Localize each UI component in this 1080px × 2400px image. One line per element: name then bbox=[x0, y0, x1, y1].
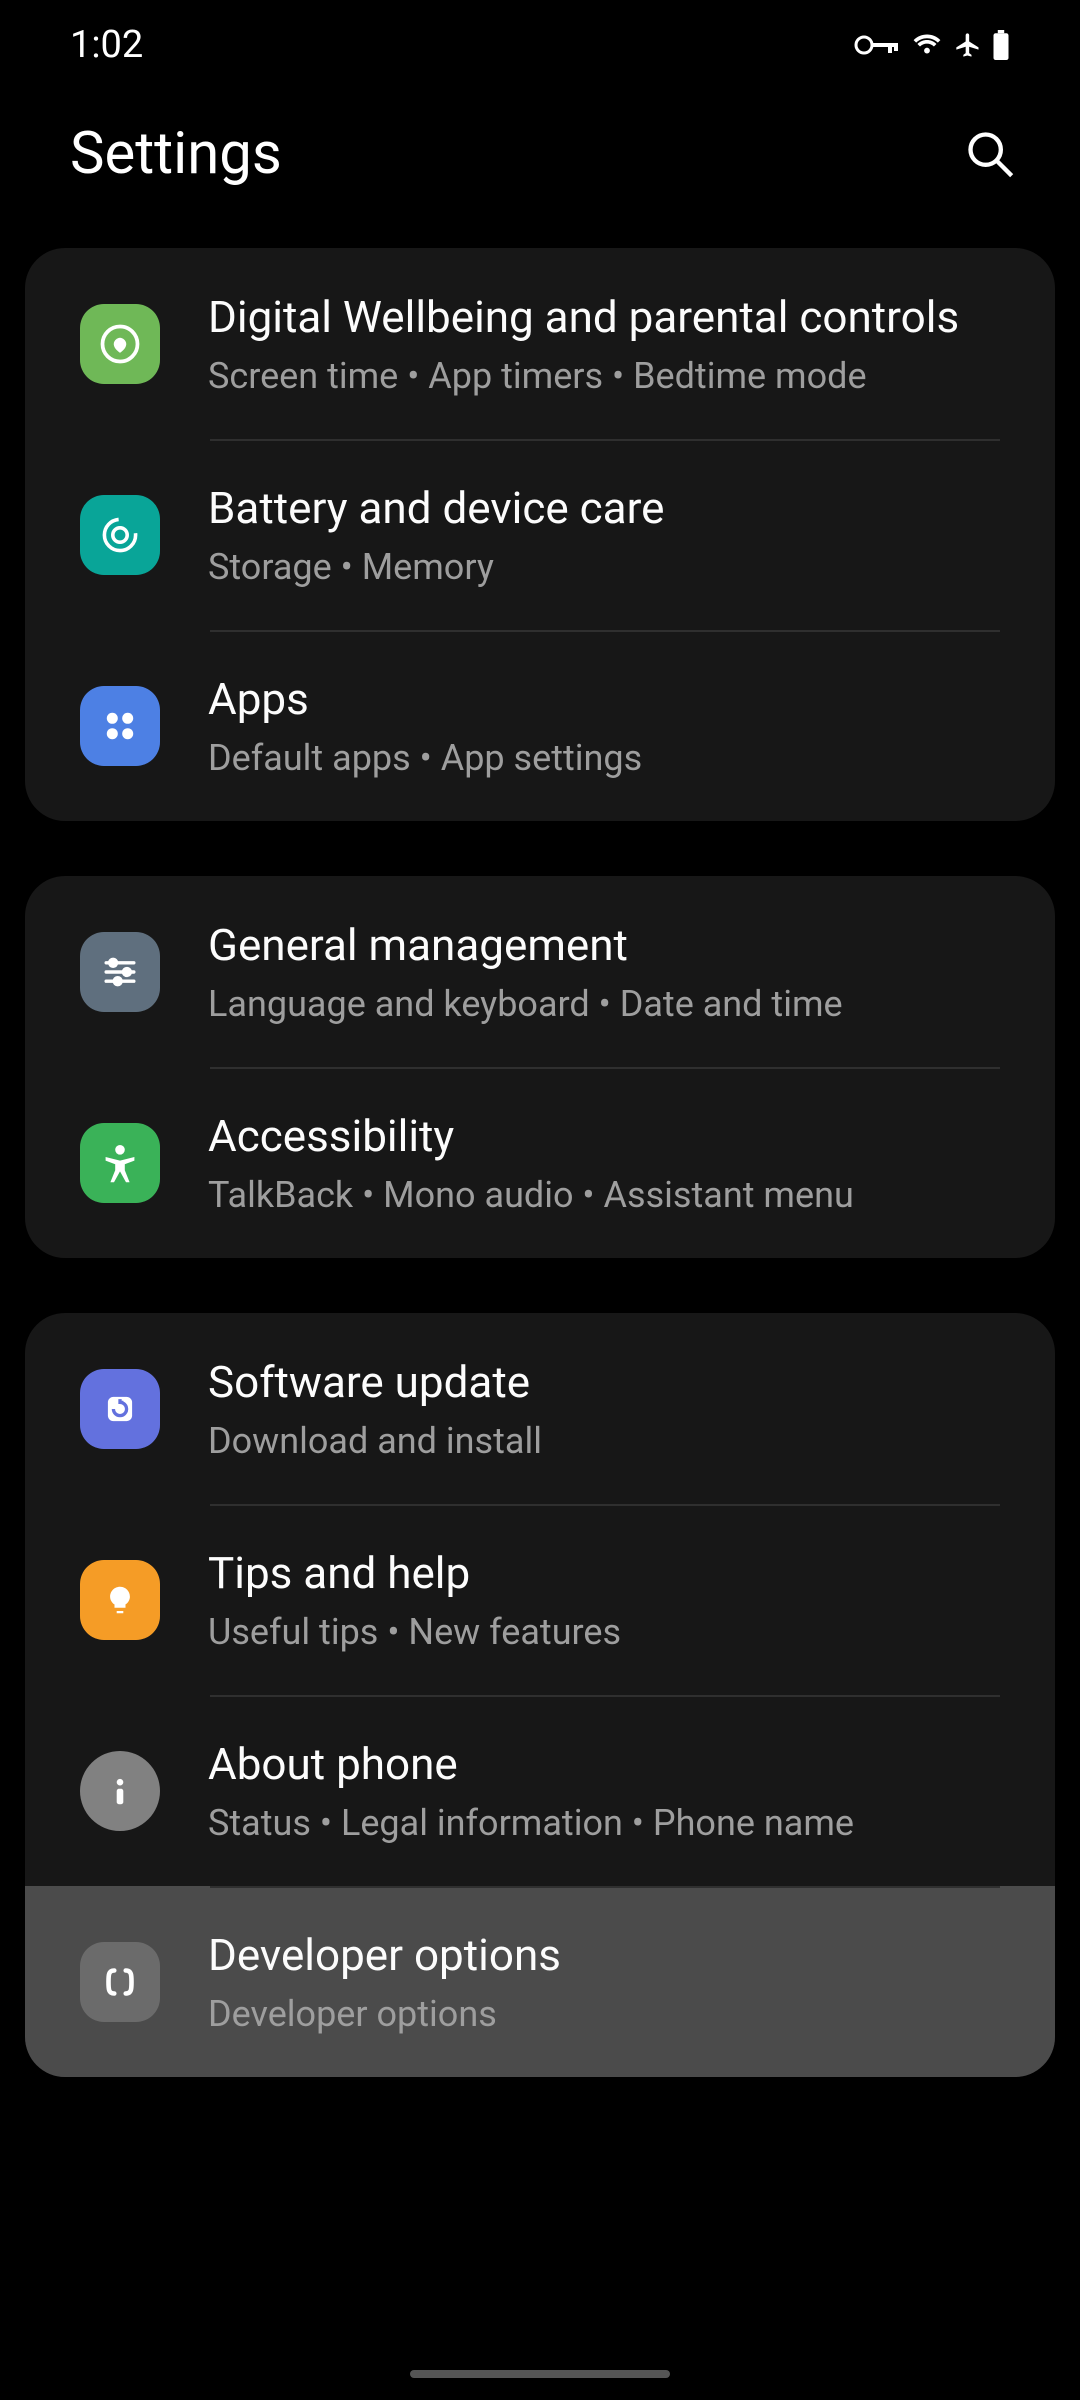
item-text: General management Language and keyboard… bbox=[208, 918, 1005, 1025]
settings-item-apps[interactable]: Apps Default apps • App settings bbox=[25, 630, 1055, 821]
software-update-icon bbox=[80, 1369, 160, 1449]
item-subtitle: Status • Legal information • Phone name bbox=[208, 1802, 1005, 1844]
wifi-icon bbox=[910, 30, 944, 60]
gesture-nav-bar[interactable] bbox=[410, 2370, 670, 2378]
settings-item-battery[interactable]: Battery and device care Storage • Memory bbox=[25, 439, 1055, 630]
status-icons bbox=[852, 30, 1040, 60]
item-text: Battery and device care Storage • Memory bbox=[208, 481, 1005, 588]
item-text: Software update Download and install bbox=[208, 1355, 1005, 1462]
item-subtitle: Useful tips • New features bbox=[208, 1611, 1005, 1653]
item-text: Apps Default apps • App settings bbox=[208, 672, 1005, 779]
item-subtitle: Default apps • App settings bbox=[208, 737, 1005, 779]
item-title: General management bbox=[208, 918, 1005, 973]
settings-group: Software update Download and install Tip… bbox=[25, 1313, 1055, 2077]
apps-icon bbox=[80, 686, 160, 766]
item-title: Software update bbox=[208, 1355, 1005, 1410]
item-title: Accessibility bbox=[208, 1109, 1005, 1164]
search-button[interactable] bbox=[960, 124, 1020, 184]
developer-options-icon bbox=[80, 1942, 160, 2022]
item-title: Apps bbox=[208, 672, 1005, 727]
settings-item-general[interactable]: General management Language and keyboard… bbox=[25, 876, 1055, 1067]
item-subtitle: Screen time • App timers • Bedtime mode bbox=[208, 355, 1005, 397]
item-subtitle: Download and install bbox=[208, 1420, 1005, 1462]
status-time: 1:02 bbox=[70, 23, 143, 67]
settings-item-developer-options[interactable]: Developer options Developer options bbox=[25, 1886, 1055, 2077]
app-header: Settings bbox=[0, 80, 1080, 248]
settings-group: Digital Wellbeing and parental controls … bbox=[25, 248, 1055, 821]
page-title: Settings bbox=[70, 120, 282, 188]
accessibility-icon bbox=[80, 1123, 160, 1203]
airplane-icon bbox=[954, 30, 982, 60]
battery-icon bbox=[992, 30, 1010, 60]
settings-item-accessibility[interactable]: Accessibility TalkBack • Mono audio • As… bbox=[25, 1067, 1055, 1258]
item-title: Developer options bbox=[208, 1928, 1005, 1983]
item-title: Digital Wellbeing and parental controls bbox=[208, 290, 1005, 345]
wellbeing-icon bbox=[80, 304, 160, 384]
settings-group: General management Language and keyboard… bbox=[25, 876, 1055, 1258]
tips-icon bbox=[80, 1560, 160, 1640]
item-subtitle: Storage • Memory bbox=[208, 546, 1005, 588]
settings-item-software-update[interactable]: Software update Download and install bbox=[25, 1313, 1055, 1504]
item-title: Battery and device care bbox=[208, 481, 1005, 536]
general-management-icon bbox=[80, 932, 160, 1012]
item-subtitle: TalkBack • Mono audio • Assistant menu bbox=[208, 1174, 1005, 1216]
battery-care-icon bbox=[80, 495, 160, 575]
search-icon bbox=[964, 128, 1016, 180]
settings-list: Digital Wellbeing and parental controls … bbox=[0, 248, 1080, 2077]
settings-item-wellbeing[interactable]: Digital Wellbeing and parental controls … bbox=[25, 248, 1055, 439]
item-text: Tips and help Useful tips • New features bbox=[208, 1546, 1005, 1653]
item-title: Tips and help bbox=[208, 1546, 1005, 1601]
item-text: Accessibility TalkBack • Mono audio • As… bbox=[208, 1109, 1005, 1216]
about-phone-icon bbox=[80, 1751, 160, 1831]
item-subtitle: Language and keyboard • Date and time bbox=[208, 983, 1005, 1025]
vpn-key-icon bbox=[852, 30, 900, 60]
item-title: About phone bbox=[208, 1737, 1005, 1792]
item-text: Developer options Developer options bbox=[208, 1928, 1005, 2035]
item-subtitle: Developer options bbox=[208, 1993, 1005, 2035]
item-text: Digital Wellbeing and parental controls … bbox=[208, 290, 1005, 397]
settings-item-tips[interactable]: Tips and help Useful tips • New features bbox=[25, 1504, 1055, 1695]
status-bar: 1:02 bbox=[0, 0, 1080, 80]
item-text: About phone Status • Legal information •… bbox=[208, 1737, 1005, 1844]
settings-item-about[interactable]: About phone Status • Legal information •… bbox=[25, 1695, 1055, 1886]
